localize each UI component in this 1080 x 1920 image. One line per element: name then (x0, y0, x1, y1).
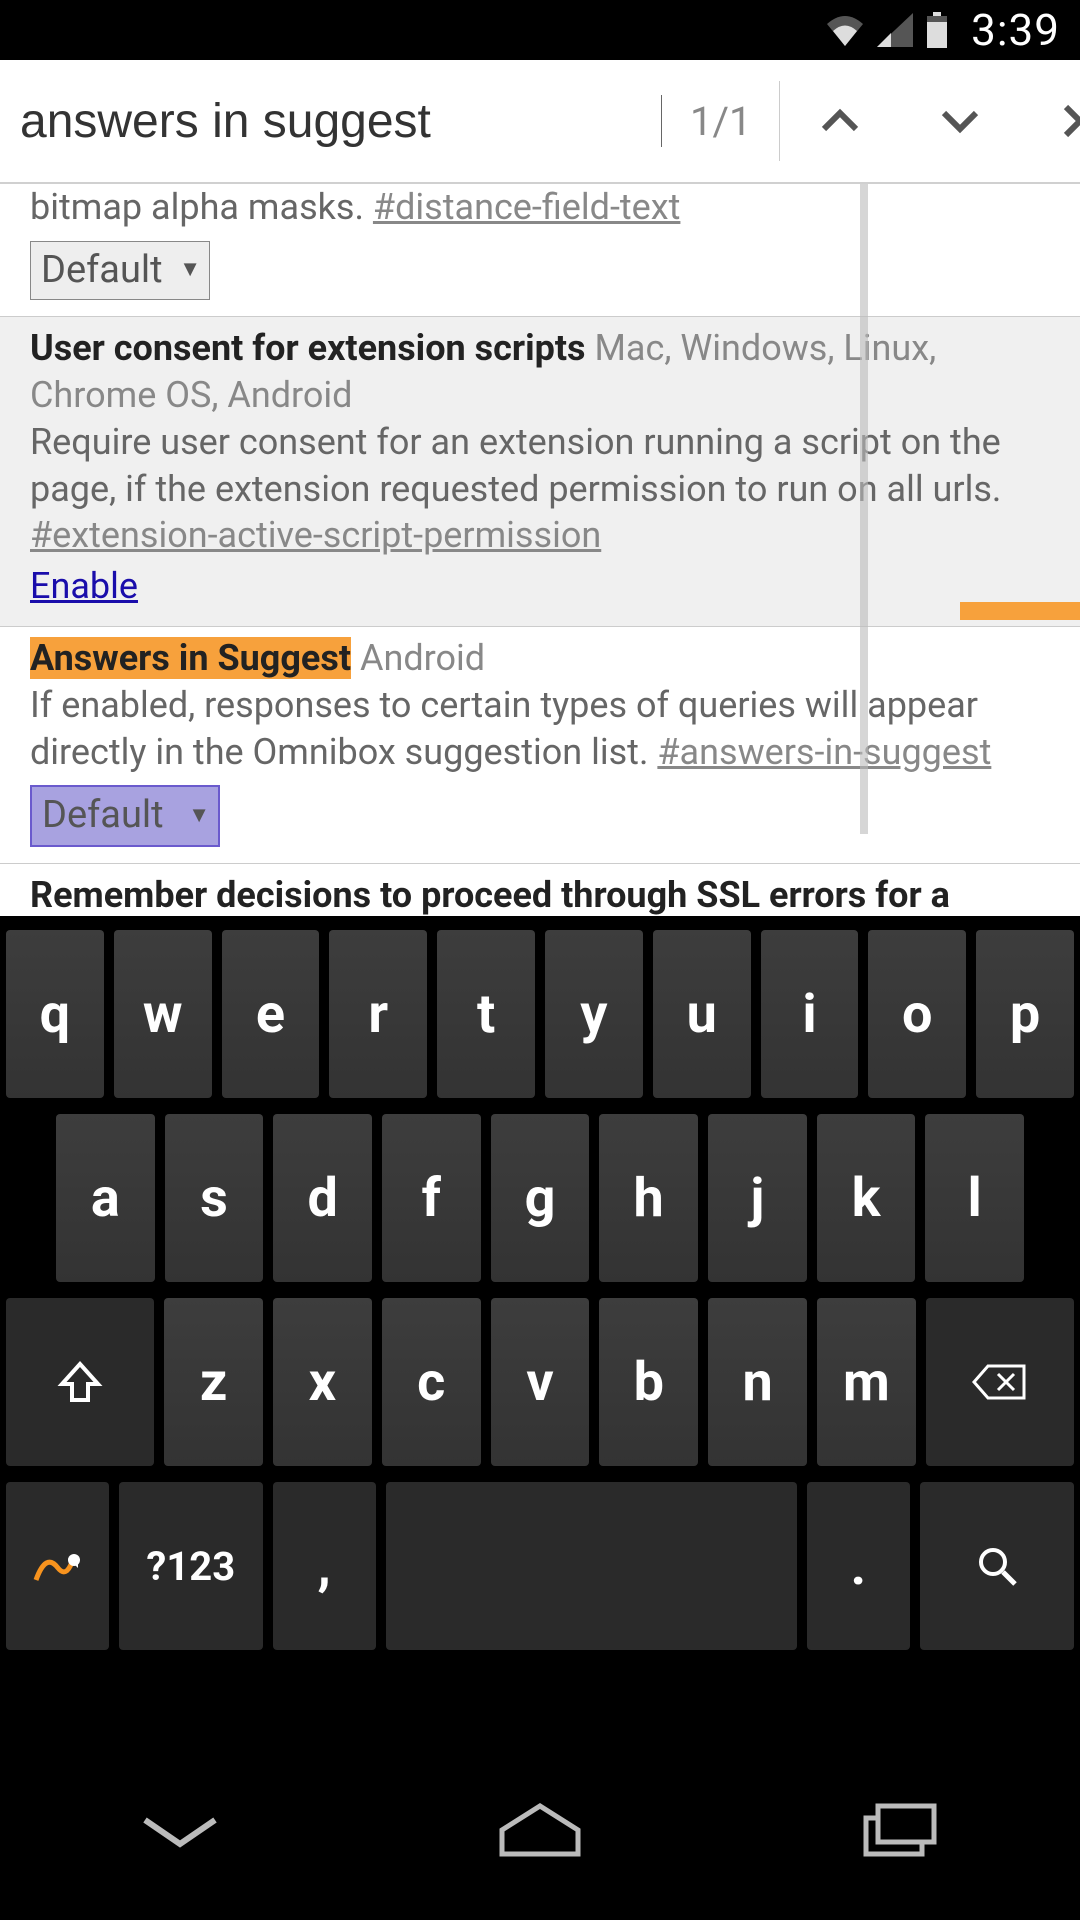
find-next-button[interactable] (900, 61, 1020, 181)
find-highlight: Answers in Suggest (30, 637, 351, 679)
flag-hash-link[interactable]: #answers-in-suggest (657, 731, 991, 773)
key-t[interactable]: t (437, 930, 535, 1098)
key-h[interactable]: h (599, 1114, 698, 1282)
key-n[interactable]: n (708, 1298, 807, 1466)
key-e[interactable]: e (222, 930, 320, 1098)
find-input[interactable] (0, 95, 662, 147)
status-bar: 3:39 (0, 0, 1080, 60)
flag-select[interactable]: Default▼ (30, 241, 210, 300)
keyboard-row-1: q w e r t y u i o p (6, 930, 1074, 1098)
key-search[interactable] (920, 1482, 1074, 1650)
key-space[interactable] (386, 1482, 797, 1650)
flag-hash-link[interactable]: #distance-field-text (373, 186, 680, 228)
key-l[interactable]: l (925, 1114, 1024, 1282)
key-comma[interactable]: , (273, 1482, 376, 1650)
flag-item-extension-consent: User consent for extension scripts Mac, … (0, 317, 1080, 627)
find-in-page-bar: 1/1 (0, 60, 1080, 184)
key-x[interactable]: x (273, 1298, 372, 1466)
key-s[interactable]: s (165, 1114, 264, 1282)
key-symbols[interactable]: ?123 (119, 1482, 263, 1650)
nav-recents-button[interactable] (810, 1780, 990, 1880)
keyboard-row-4: ?123 , . (6, 1482, 1074, 1650)
navigation-bar (0, 1740, 1080, 1920)
key-b[interactable]: b (599, 1298, 698, 1466)
flag-enable-link[interactable]: Enable (30, 563, 138, 610)
key-r[interactable]: r (329, 930, 427, 1098)
key-u[interactable]: u (653, 930, 751, 1098)
key-p[interactable]: p (976, 930, 1074, 1098)
nav-back-button[interactable] (90, 1780, 270, 1880)
find-prev-button[interactable] (780, 61, 900, 181)
key-o[interactable]: o (868, 930, 966, 1098)
keyboard-row-2: a s d f g h j k l (6, 1114, 1074, 1282)
find-match-count: 1/1 (662, 81, 780, 161)
key-c[interactable]: c (382, 1298, 481, 1466)
key-y[interactable]: y (545, 930, 643, 1098)
key-d[interactable]: d (273, 1114, 372, 1282)
key-i[interactable]: i (761, 930, 859, 1098)
battery-icon (925, 12, 949, 48)
flag-item-answers-in-suggest: Answers in Suggest Android If enabled, r… (0, 627, 1080, 864)
key-backspace[interactable] (926, 1298, 1074, 1466)
key-v[interactable]: v (491, 1298, 590, 1466)
scrollbar-thumb[interactable] (860, 184, 868, 834)
flag-hash-link[interactable]: #extension-active-script-permission (30, 514, 601, 556)
key-w[interactable]: w (114, 930, 212, 1098)
soft-keyboard: q w e r t y u i o p a s d f g h j k l z … (0, 916, 1080, 1686)
find-scroll-marker (960, 602, 1080, 620)
key-a[interactable]: a (56, 1114, 155, 1282)
flag-item-ssl-errors: Remember decisions to proceed through SS… (0, 864, 1080, 916)
key-j[interactable]: j (708, 1114, 807, 1282)
nav-home-button[interactable] (450, 1780, 630, 1880)
status-time: 3:39 (971, 4, 1060, 56)
key-q[interactable]: q (6, 930, 104, 1098)
wifi-icon (825, 14, 865, 46)
key-period[interactable]: . (807, 1482, 910, 1650)
key-k[interactable]: k (817, 1114, 916, 1282)
flag-item-distance-field: bitmap alpha masks. #distance-field-text… (0, 184, 1080, 317)
key-z[interactable]: z (164, 1298, 263, 1466)
keyboard-row-3: z x c v b n m (6, 1298, 1074, 1466)
key-shift[interactable] (6, 1298, 154, 1466)
key-f[interactable]: f (382, 1114, 481, 1282)
key-swype[interactable] (6, 1482, 109, 1650)
page-content[interactable]: bitmap alpha masks. #distance-field-text… (0, 184, 1080, 916)
key-g[interactable]: g (491, 1114, 590, 1282)
flag-select[interactable]: Default▼ (30, 785, 220, 846)
key-m[interactable]: m (817, 1298, 916, 1466)
cell-signal-icon (877, 13, 913, 47)
find-close-button[interactable] (1020, 61, 1080, 181)
